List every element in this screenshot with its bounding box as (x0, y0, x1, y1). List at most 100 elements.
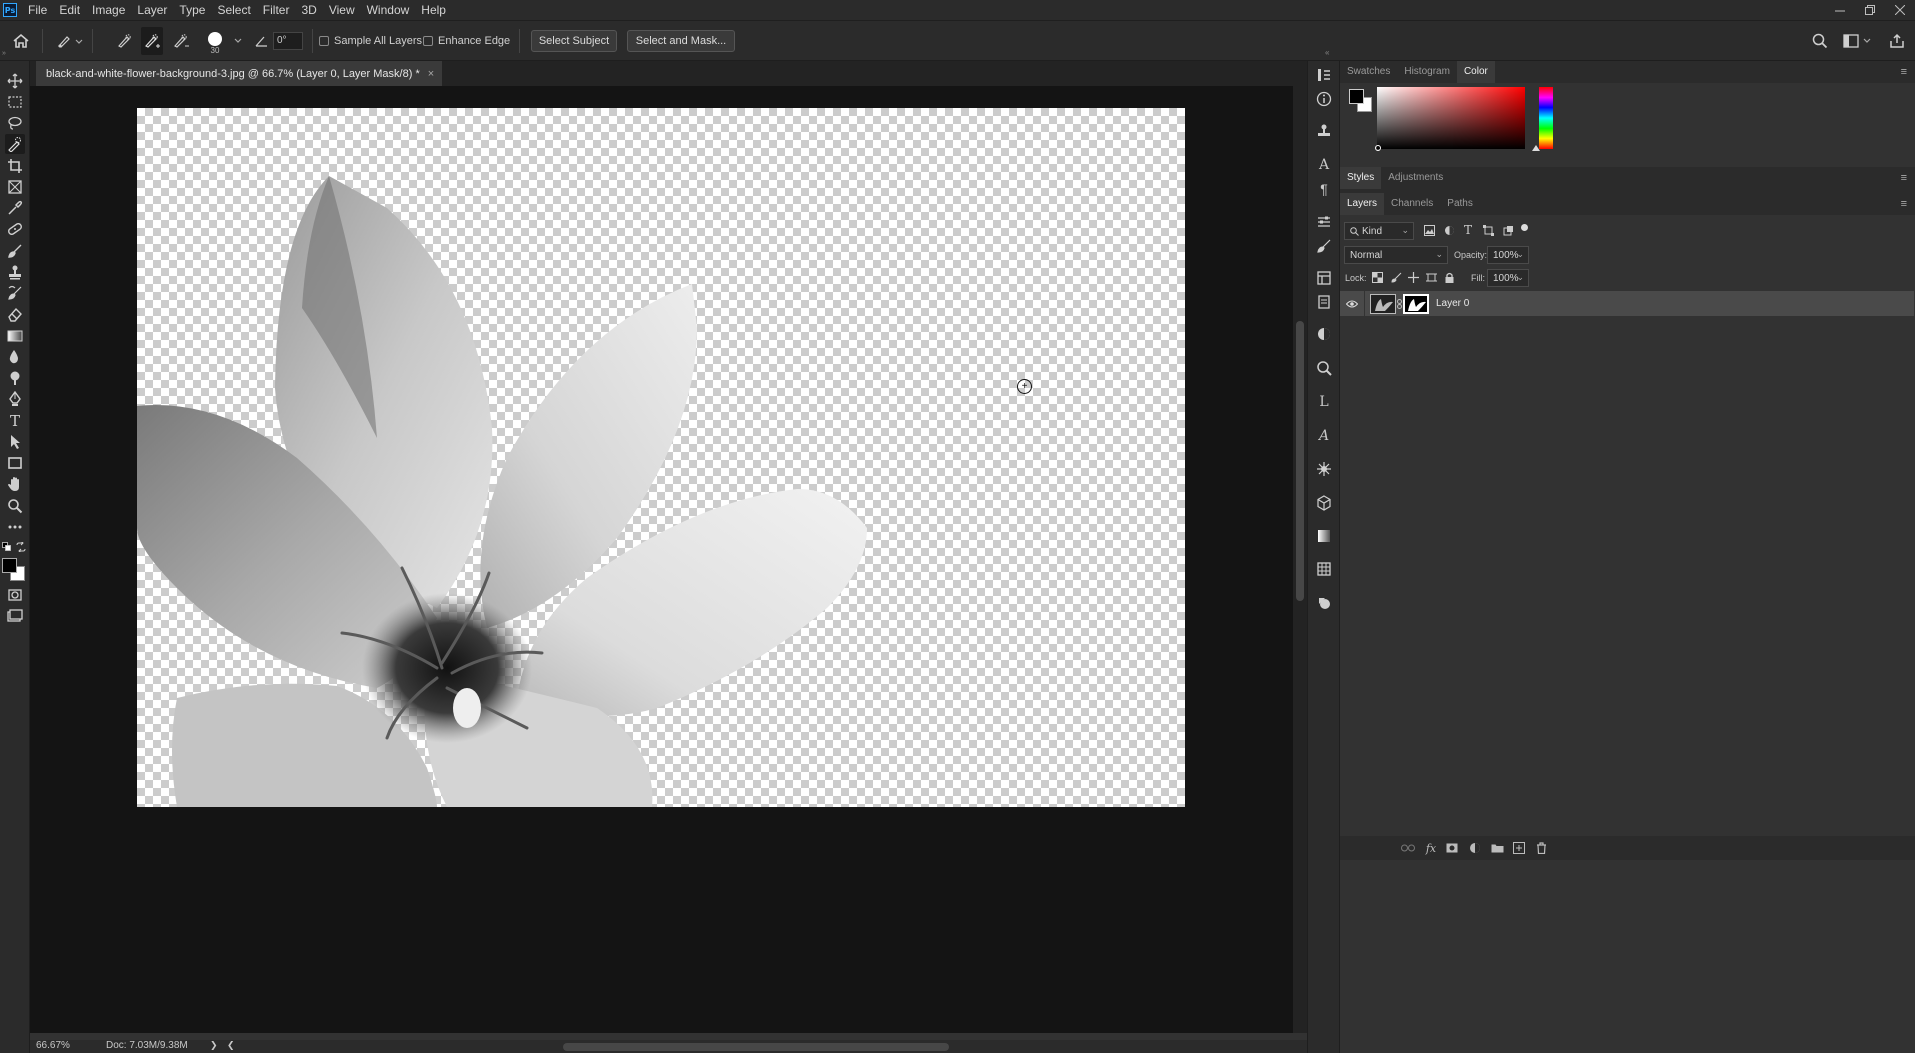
menu-help[interactable]: Help (415, 0, 452, 20)
brush-settings-panel-icon[interactable] (1314, 236, 1334, 256)
document-tab[interactable]: black-and-white-flower-background-3.jpg … (36, 61, 443, 86)
layer-row[interactable]: Layer 0 (1340, 291, 1914, 316)
tab-swatches[interactable]: Swatches (1340, 61, 1397, 83)
document-canvas[interactable]: + (137, 108, 1185, 807)
minimize-icon[interactable] (1825, 0, 1855, 20)
filter-toggle-icon[interactable] (1521, 224, 1528, 231)
quick-selection-tool-icon[interactable] (5, 134, 25, 154)
clone-source-panel-icon[interactable] (1314, 121, 1334, 141)
collapse-panels-icon[interactable]: « (1325, 48, 1329, 57)
actions-panel-icon[interactable] (1314, 459, 1334, 479)
screen-mode-icon[interactable] (5, 606, 25, 626)
patterns-panel-icon[interactable] (1314, 559, 1334, 579)
menu-file[interactable]: File (22, 0, 53, 20)
search-icon[interactable] (1812, 21, 1828, 61)
eraser-tool-icon[interactable] (5, 304, 25, 324)
hand-tool-icon[interactable] (5, 474, 25, 494)
layer-filter-dropdown[interactable]: Kind ⌄ (1344, 222, 1414, 240)
menu-edit[interactable]: Edit (53, 0, 86, 20)
add-to-selection-mode-icon[interactable] (141, 27, 163, 55)
angle-input[interactable]: 0° (273, 32, 303, 50)
libraries-panel-icon[interactable] (1314, 268, 1334, 288)
layer-thumbnail[interactable] (1370, 293, 1396, 314)
character-styles-panel-icon[interactable]: A (1314, 426, 1334, 446)
workspace-icon[interactable] (1843, 21, 1871, 61)
zoom-level[interactable]: 66.67% (36, 1040, 70, 1051)
select-subject-button[interactable]: Select Subject (531, 30, 617, 52)
tab-channels[interactable]: Channels (1384, 193, 1440, 215)
shape-layer-filter-icon[interactable] (1483, 225, 1494, 236)
tab-styles[interactable]: Styles (1340, 167, 1382, 189)
vertical-scroll-thumb[interactable] (1296, 321, 1304, 601)
enhance-edge-checkbox[interactable]: Enhance Edge (423, 21, 510, 61)
type-tool-icon[interactable]: T (5, 411, 25, 431)
properties-panel-icon[interactable] (1314, 212, 1334, 232)
lock-image-pixels-icon[interactable] (1391, 272, 1402, 283)
lock-artboard-icon[interactable] (1426, 272, 1437, 283)
panel-menu-icon[interactable]: ≡ (1901, 66, 1907, 78)
brush-tool-icon[interactable] (5, 241, 25, 261)
tab-adjustments[interactable]: Adjustments (1381, 167, 1450, 189)
foreground-color-chip[interactable] (1349, 89, 1364, 104)
tab-paths[interactable]: Paths (1440, 193, 1480, 215)
notes-panel-icon[interactable] (1314, 292, 1334, 312)
layer-mask-thumbnail[interactable] (1403, 293, 1429, 314)
pixel-layer-filter-icon[interactable] (1424, 225, 1435, 236)
blend-mode-dropdown[interactable]: Normal ⌄ (1344, 246, 1448, 264)
healing-brush-tool-icon[interactable] (5, 219, 25, 239)
share-icon[interactable] (1889, 21, 1905, 61)
tool-preset-picker[interactable] (56, 21, 84, 61)
add-mask-icon[interactable] (1444, 840, 1460, 856)
history-brush-tool-icon[interactable] (5, 283, 25, 303)
menu-filter[interactable]: Filter (257, 0, 296, 20)
new-adjustment-layer-icon[interactable] (1467, 840, 1483, 856)
restore-icon[interactable] (1855, 0, 1885, 20)
chevron-down-icon[interactable] (234, 21, 242, 61)
menu-3d[interactable]: 3D (295, 0, 322, 20)
crop-tool-icon[interactable] (5, 156, 25, 176)
layer-style-fx-icon[interactable]: fx (1423, 840, 1439, 856)
glyphs-panel-icon[interactable]: L (1314, 392, 1334, 412)
close-icon[interactable] (1885, 0, 1915, 20)
hue-slider-handle[interactable] (1532, 145, 1540, 151)
scroll-left-icon[interactable]: ❮ (227, 1040, 235, 1051)
shapes-panel-icon[interactable] (1314, 593, 1334, 613)
lasso-tool-icon[interactable] (5, 113, 25, 133)
new-layer-icon[interactable] (1511, 840, 1527, 856)
adjustments-icon[interactable] (1314, 324, 1334, 344)
new-group-icon[interactable] (1489, 840, 1505, 856)
fill-input[interactable]: 100% ⌄ (1487, 269, 1529, 287)
tab-histogram[interactable]: Histogram (1397, 61, 1457, 83)
menu-select[interactable]: Select (211, 0, 256, 20)
clone-stamp-tool-icon[interactable] (5, 262, 25, 282)
home-icon[interactable] (12, 21, 30, 61)
status-menu-arrow-icon[interactable]: ❯ (210, 1040, 218, 1051)
character-panel-icon[interactable]: A (1314, 155, 1334, 175)
pen-tool-icon[interactable] (5, 389, 25, 409)
subtract-from-selection-mode-icon[interactable] (172, 21, 190, 61)
info-panel-icon[interactable] (1314, 89, 1334, 109)
paragraph-panel-icon[interactable]: ¶ (1314, 179, 1334, 199)
foreground-color-swatch[interactable] (2, 558, 17, 573)
gradients-panel-icon[interactable] (1314, 526, 1334, 546)
menu-window[interactable]: Window (361, 0, 416, 20)
close-tab-icon[interactable]: × (428, 68, 434, 80)
checkbox-box[interactable] (319, 36, 329, 46)
color-field[interactable] (1377, 87, 1525, 149)
type-layer-filter-icon[interactable]: T (1464, 223, 1472, 237)
menu-layer[interactable]: Layer (131, 0, 173, 20)
menu-image[interactable]: Image (86, 0, 131, 20)
quick-mask-icon[interactable] (5, 585, 25, 605)
sample-all-layers-checkbox[interactable]: Sample All Layers (319, 21, 422, 61)
opacity-input[interactable]: 100% ⌄ (1487, 246, 1529, 264)
3d-panel-icon[interactable] (1314, 493, 1334, 513)
new-selection-mode-icon[interactable] (116, 21, 134, 61)
vertical-scrollbar[interactable] (1293, 86, 1307, 1033)
history-panel-icon[interactable] (1314, 65, 1334, 85)
dodge-tool-icon[interactable] (5, 368, 25, 388)
gradient-tool-icon[interactable] (5, 326, 25, 346)
eye-icon[interactable] (1340, 300, 1364, 308)
move-tool-icon[interactable] (5, 71, 25, 91)
color-picker-marker[interactable] (1375, 145, 1381, 151)
delete-layer-icon[interactable] (1533, 840, 1549, 856)
